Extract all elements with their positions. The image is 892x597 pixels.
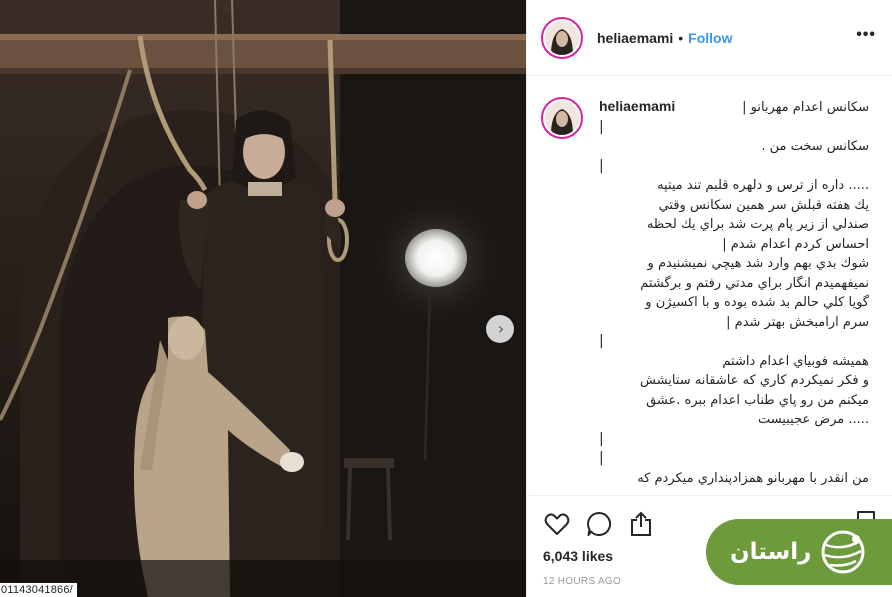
caption-line: سکانس سخت من . xyxy=(761,139,869,154)
comment-icon[interactable] xyxy=(585,510,613,538)
caption-line: و فكر نميكردم كاري كه عاشقانه ستايشش xyxy=(640,373,869,388)
avatar-image xyxy=(545,101,579,135)
chevron-right-icon: › xyxy=(497,318,505,338)
caption-username[interactable]: heliaemami xyxy=(599,97,675,117)
caption-area[interactable]: heliaemami سکانس اعدام مهربانو | | سکانس… xyxy=(527,77,892,495)
post-header: heliaemami • Follow ••• xyxy=(527,0,892,76)
header-username[interactable]: heliaemami xyxy=(597,30,673,46)
caption-comment: heliaemami سکانس اعدام مهربانو | | سکانس… xyxy=(541,97,879,488)
separator-dot: • xyxy=(678,29,684,46)
caption-line: | xyxy=(599,450,604,466)
caption-avatar[interactable] xyxy=(541,97,583,139)
instagram-post: › 01143041866/ heliaemami • Follow ••• h… xyxy=(0,0,892,597)
scene-illustration xyxy=(0,0,526,597)
watermark-badge: راستان xyxy=(706,519,892,585)
image-id-overlay: 01143041866/ xyxy=(0,583,77,597)
tennis-ball-logo-icon xyxy=(821,530,865,574)
post-image[interactable]: › 01143041866/ xyxy=(0,0,526,597)
heart-icon[interactable] xyxy=(543,510,571,538)
caption-text: heliaemami سکانس اعدام مهربانو | | سکانس… xyxy=(599,97,869,488)
caption-line: من انقدر با مهربانو همزادپنداري ميكردم ك… xyxy=(637,470,869,486)
next-image-button[interactable]: › xyxy=(486,315,514,343)
follow-button[interactable]: Follow xyxy=(688,30,732,46)
caption-line: يك هفته قبلش سر همين سكانس وقتي xyxy=(658,197,869,213)
share-icon[interactable] xyxy=(627,510,655,538)
watermark-brand-text: راستان xyxy=(730,539,812,565)
caption-line: صندلي از زير پام پرت شد براي يك لحظه xyxy=(646,217,869,232)
more-options-icon[interactable]: ••• xyxy=(856,27,876,43)
caption-line: | xyxy=(599,118,604,135)
caption-line: شوك بدي بهم وارد شد هيچي نميشنيدم و xyxy=(647,256,869,271)
caption-line: سرم ارامبخش بهتر شدم | xyxy=(726,314,869,330)
caption-line: | xyxy=(599,430,604,447)
caption-line: گويا كلي حالم بد شده بوده و با اكسيژن و xyxy=(645,295,869,310)
avatar[interactable] xyxy=(541,16,583,59)
caption-line: هميشه فوبياي اعدام داشتم xyxy=(722,353,869,369)
caption-line: ..... داره از ترس و دلهره قلبم تند میتپه xyxy=(657,178,869,193)
caption-line: ..... مرض عجيبيست xyxy=(757,412,869,427)
caption-line: سکانس اعدام مهربانو | xyxy=(742,100,869,115)
caption-line: | xyxy=(599,157,604,174)
post-side-panel: heliaemami • Follow ••• heliaemami سکانس… xyxy=(526,0,892,597)
caption-line: ميكنم من رو پاي طناب اعدام ببره .عشق xyxy=(646,392,869,408)
avatar-image xyxy=(545,20,579,55)
caption-line: نميفهميدم انگار براي مدتي رفتم و برگشتم xyxy=(640,275,869,291)
caption-line: احساس كردم اعدام شدم | xyxy=(722,236,869,252)
caption-line: | xyxy=(599,333,604,349)
